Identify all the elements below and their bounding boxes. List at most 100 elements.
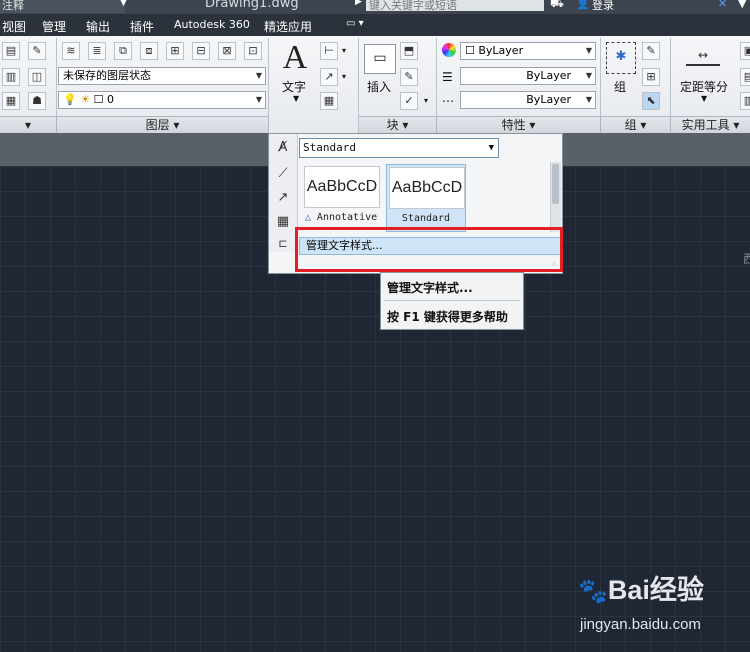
table-style-icon[interactable]: ▦ — [273, 212, 293, 232]
chevron-down-icon: ▼ — [255, 71, 262, 80]
layer-state-combo[interactable]: 未保存的图层状态 ▼ — [58, 67, 266, 85]
panel-bar-groups[interactable]: 组 ▾ — [601, 116, 671, 134]
utility-icon[interactable]: ▥ — [740, 92, 750, 110]
color-swatch-icon[interactable]: ☐ — [94, 93, 104, 106]
layer-combo[interactable]: 💡 ☀ ☐ 0 ▼ — [58, 91, 266, 109]
text-tool-label[interactable]: 文字 — [282, 78, 306, 95]
text-style-current: Standard — [303, 141, 356, 154]
sun-icon[interactable]: ☀ — [80, 93, 90, 106]
text-style-icon[interactable]: A̸ — [273, 138, 293, 158]
chevron-down-icon: ▼ — [585, 95, 592, 104]
menu-item-manage-text-styles[interactable]: 管理文字样式... — [387, 279, 473, 296]
bulb-icon[interactable]: 💡 — [63, 93, 77, 106]
chevron-down-icon[interactable]: ▼ — [293, 94, 299, 103]
color-wheel-icon[interactable] — [442, 43, 456, 57]
workspace-selector[interactable]: 注释 — [0, 0, 125, 13]
style-gallery-item-annotative[interactable]: AaBbCcD △ Annotative — [302, 164, 382, 232]
tab-featured-apps[interactable]: 精选应用 — [264, 18, 312, 35]
group-label[interactable]: 组 — [614, 78, 626, 95]
create-block-icon[interactable]: ⬒ — [400, 42, 418, 60]
panel-bar-layers[interactable]: 图层 ▾ — [57, 116, 269, 134]
group-icon[interactable]: ✱ — [606, 42, 636, 74]
brush-icon[interactable]: ✎ — [28, 42, 46, 60]
menu-item-help[interactable]: 按 F1 键获得更多帮助 — [387, 308, 508, 325]
style-gallery-item-standard[interactable]: AaBbCcD Standard — [386, 164, 466, 232]
workspace-dropdown-arrow-icon[interactable]: ▼ — [120, 0, 127, 8]
block-attribute-icon[interactable]: ✓ — [400, 92, 418, 110]
play-arrow-icon[interactable]: ▶ — [355, 0, 362, 7]
panel-title-groups: 组 — [624, 118, 637, 132]
panel-bar-draw[interactable]: ▾ — [0, 116, 57, 134]
color-combo[interactable]: ☐ ByLayer ▼ — [460, 42, 596, 60]
insert-block-icon[interactable]: ▭ — [364, 44, 396, 74]
measure-label[interactable]: 定距等分 — [680, 78, 728, 95]
layer-match-icon[interactable]: ⊠ — [218, 42, 236, 60]
gallery-scrollbar[interactable] — [550, 162, 561, 232]
tab-overflow-icon[interactable]: ▭ ▾ — [346, 18, 364, 29]
lineweight-icon[interactable]: ☰ — [442, 70, 453, 84]
search-input[interactable]: 键入关键字或短语 — [366, 0, 544, 12]
chevron-down-icon[interactable]: ▾ — [424, 96, 428, 105]
ungroup-icon[interactable]: ✎ — [642, 42, 660, 60]
layer-walk-icon[interactable]: ☗ — [28, 92, 46, 110]
binoculars-icon[interactable]: ⛟ — [550, 0, 564, 12]
quick-calc-icon[interactable]: ▣ — [740, 42, 750, 60]
layer-lock-icon[interactable]: ⊞ — [166, 42, 184, 60]
chevron-down-icon[interactable]: ▾ — [342, 72, 346, 81]
style-caption: △ Annotative — [302, 212, 380, 223]
login-link[interactable]: 登录 — [592, 0, 614, 13]
baidu-watermark: 🐾Bai经验 jingyan.baidu.com — [578, 568, 750, 648]
panel-bar-properties[interactable]: 特性 ▾ — [437, 116, 601, 134]
text-style-select[interactable]: Standard ▼ — [299, 138, 499, 158]
layer-state-value: 未保存的图层状态 — [63, 69, 151, 82]
group-edit-icon[interactable]: ⊞ — [642, 68, 660, 86]
panel-bar-utilities[interactable]: 实用工具 ▾ — [671, 116, 750, 134]
insert-label[interactable]: 插入 — [367, 78, 391, 95]
layer-tool-icon[interactable]: ▦ — [2, 92, 20, 110]
tab-output[interactable]: 输出 — [86, 18, 110, 35]
layer-off-icon[interactable]: ⧈ — [140, 42, 158, 60]
panel-bar-block[interactable]: 块 ▾ — [359, 116, 437, 134]
tab-manage[interactable]: 管理 — [42, 18, 66, 35]
layer-freeze-icon[interactable]: ⧉ — [114, 42, 132, 60]
chevron-down-icon[interactable]: ▾ — [342, 46, 346, 55]
id-point-icon[interactable]: ▤ — [740, 68, 750, 86]
edit-block-icon[interactable]: ✎ — [400, 68, 418, 86]
watermark-url: jingyan.baidu.com — [580, 616, 701, 633]
title-bar: 注释 ▼ Drawing1.dwg ▶ 键入关键字或短语 ⛟ 👤 登录 ✕ ▼ — [0, 0, 750, 14]
layer-isolate-icon[interactable]: ≣ — [88, 42, 106, 60]
table-icon[interactable]: ▦ — [320, 92, 338, 110]
dimension-style-icon[interactable]: ⟋ — [273, 164, 293, 184]
tab-plugins[interactable]: 插件 — [130, 18, 154, 35]
menu-tabs: 视图 管理 输出 插件 Autodesk 360 精选应用 ▭ ▾ — [0, 14, 750, 36]
group-select-icon[interactable]: ⬉ — [642, 92, 660, 110]
cube-icon[interactable]: ◫ — [28, 68, 46, 86]
chevron-down-icon: ▾ — [733, 118, 740, 132]
pin-icon[interactable]: ⊏ — [273, 234, 293, 254]
linetype-value: ByLayer — [526, 93, 571, 106]
paw-icon: 🐾 — [578, 578, 608, 605]
leader-icon[interactable]: ↗ — [320, 68, 338, 86]
style-caption: Standard — [401, 213, 451, 224]
multileader-style-icon[interactable]: ↗ — [273, 188, 293, 208]
layer-previous-icon[interactable]: ⊡ — [244, 42, 262, 60]
tab-view[interactable]: 视图 — [2, 18, 26, 35]
tab-autodesk-360[interactable]: Autodesk 360 — [174, 18, 250, 31]
linetype-combo[interactable]: ByLayer ▼ — [460, 91, 596, 109]
layer-merge-icon[interactable]: ⊟ — [192, 42, 210, 60]
chevron-down-icon[interactable]: ▼ — [701, 94, 707, 103]
exchange-icon[interactable]: ✕ — [718, 0, 727, 10]
user-icon[interactable]: 👤 — [576, 0, 590, 10]
viewcube-fragment[interactable]: 西 — [743, 250, 750, 267]
dimension-icon[interactable]: ⊢ — [320, 42, 338, 60]
style-caption-text: Annotative — [316, 212, 378, 223]
layer-tool-icon[interactable]: ▥ — [2, 68, 20, 86]
scrollbar-thumb[interactable] — [552, 164, 559, 204]
layer-properties-icon[interactable]: ≋ — [62, 42, 80, 60]
measure-icon[interactable]: ↔ — [686, 48, 720, 66]
text-tool-icon[interactable]: A — [278, 40, 312, 76]
layer-tool-icon[interactable]: ▤ — [2, 42, 20, 60]
help-dropdown-icon[interactable]: ▼ — [738, 0, 746, 10]
lineweight-combo[interactable]: ByLayer ▼ — [460, 67, 596, 85]
linetype-icon[interactable]: ⋯ — [442, 94, 454, 108]
